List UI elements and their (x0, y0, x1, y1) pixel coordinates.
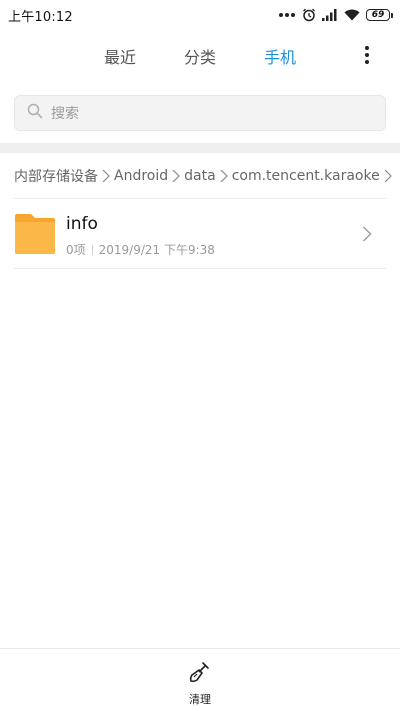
file-meta: 0项 2019/9/21 下午9:38 (66, 241, 215, 258)
more-vertical-icon[interactable] (358, 44, 376, 66)
status-icons: 69 (278, 8, 393, 22)
search-placeholder: 搜索 (51, 106, 79, 122)
chevron-right-icon (172, 169, 180, 183)
chevron-right-icon (362, 226, 372, 246)
clean-button[interactable]: 清理 (180, 661, 220, 706)
breadcrumb-item-package[interactable]: com.tencent.karaoke (232, 168, 380, 184)
divider (14, 268, 386, 269)
meta-separator (91, 244, 93, 255)
status-time: 上午10:12 (8, 9, 73, 25)
list-item[interactable]: info 0项 2019/9/21 下午9:38 (0, 200, 400, 268)
tab-recent[interactable]: 最近 (104, 44, 136, 68)
search-icon (27, 103, 43, 123)
battery-icon: 69 (366, 9, 393, 21)
battery-level: 69 (371, 9, 385, 20)
clean-label: 清理 (189, 693, 211, 706)
file-name: info (66, 214, 98, 234)
file-modified-time: 2019/9/21 下午9:38 (98, 243, 215, 257)
divider (14, 198, 386, 199)
tab-phone[interactable]: 手机 (264, 44, 296, 68)
broom-icon (189, 661, 211, 687)
folder-icon (15, 213, 55, 254)
file-item-count: 0项 (66, 243, 86, 257)
alarm-icon (302, 8, 316, 22)
status-bar: 上午10:12 69 (0, 0, 400, 30)
top-tabs: 最近 分类 手机 (0, 30, 400, 82)
chevron-right-icon (102, 169, 110, 183)
breadcrumb-item-data[interactable]: data (184, 168, 216, 184)
wifi-icon (344, 9, 360, 21)
breadcrumb-item-android[interactable]: Android (114, 168, 168, 184)
tab-category[interactable]: 分类 (184, 44, 216, 68)
signal-icon (322, 9, 338, 21)
breadcrumb: 内部存储设备 Android data com.tencent.karaoke (14, 160, 400, 192)
search-input[interactable]: 搜索 (14, 95, 386, 131)
bottom-toolbar: 清理 (0, 648, 400, 711)
section-divider (0, 143, 400, 153)
dots-icon (278, 12, 296, 18)
chevron-right-icon (384, 169, 392, 183)
breadcrumb-item-storage[interactable]: 内部存储设备 (14, 166, 98, 186)
chevron-right-icon (220, 169, 228, 183)
